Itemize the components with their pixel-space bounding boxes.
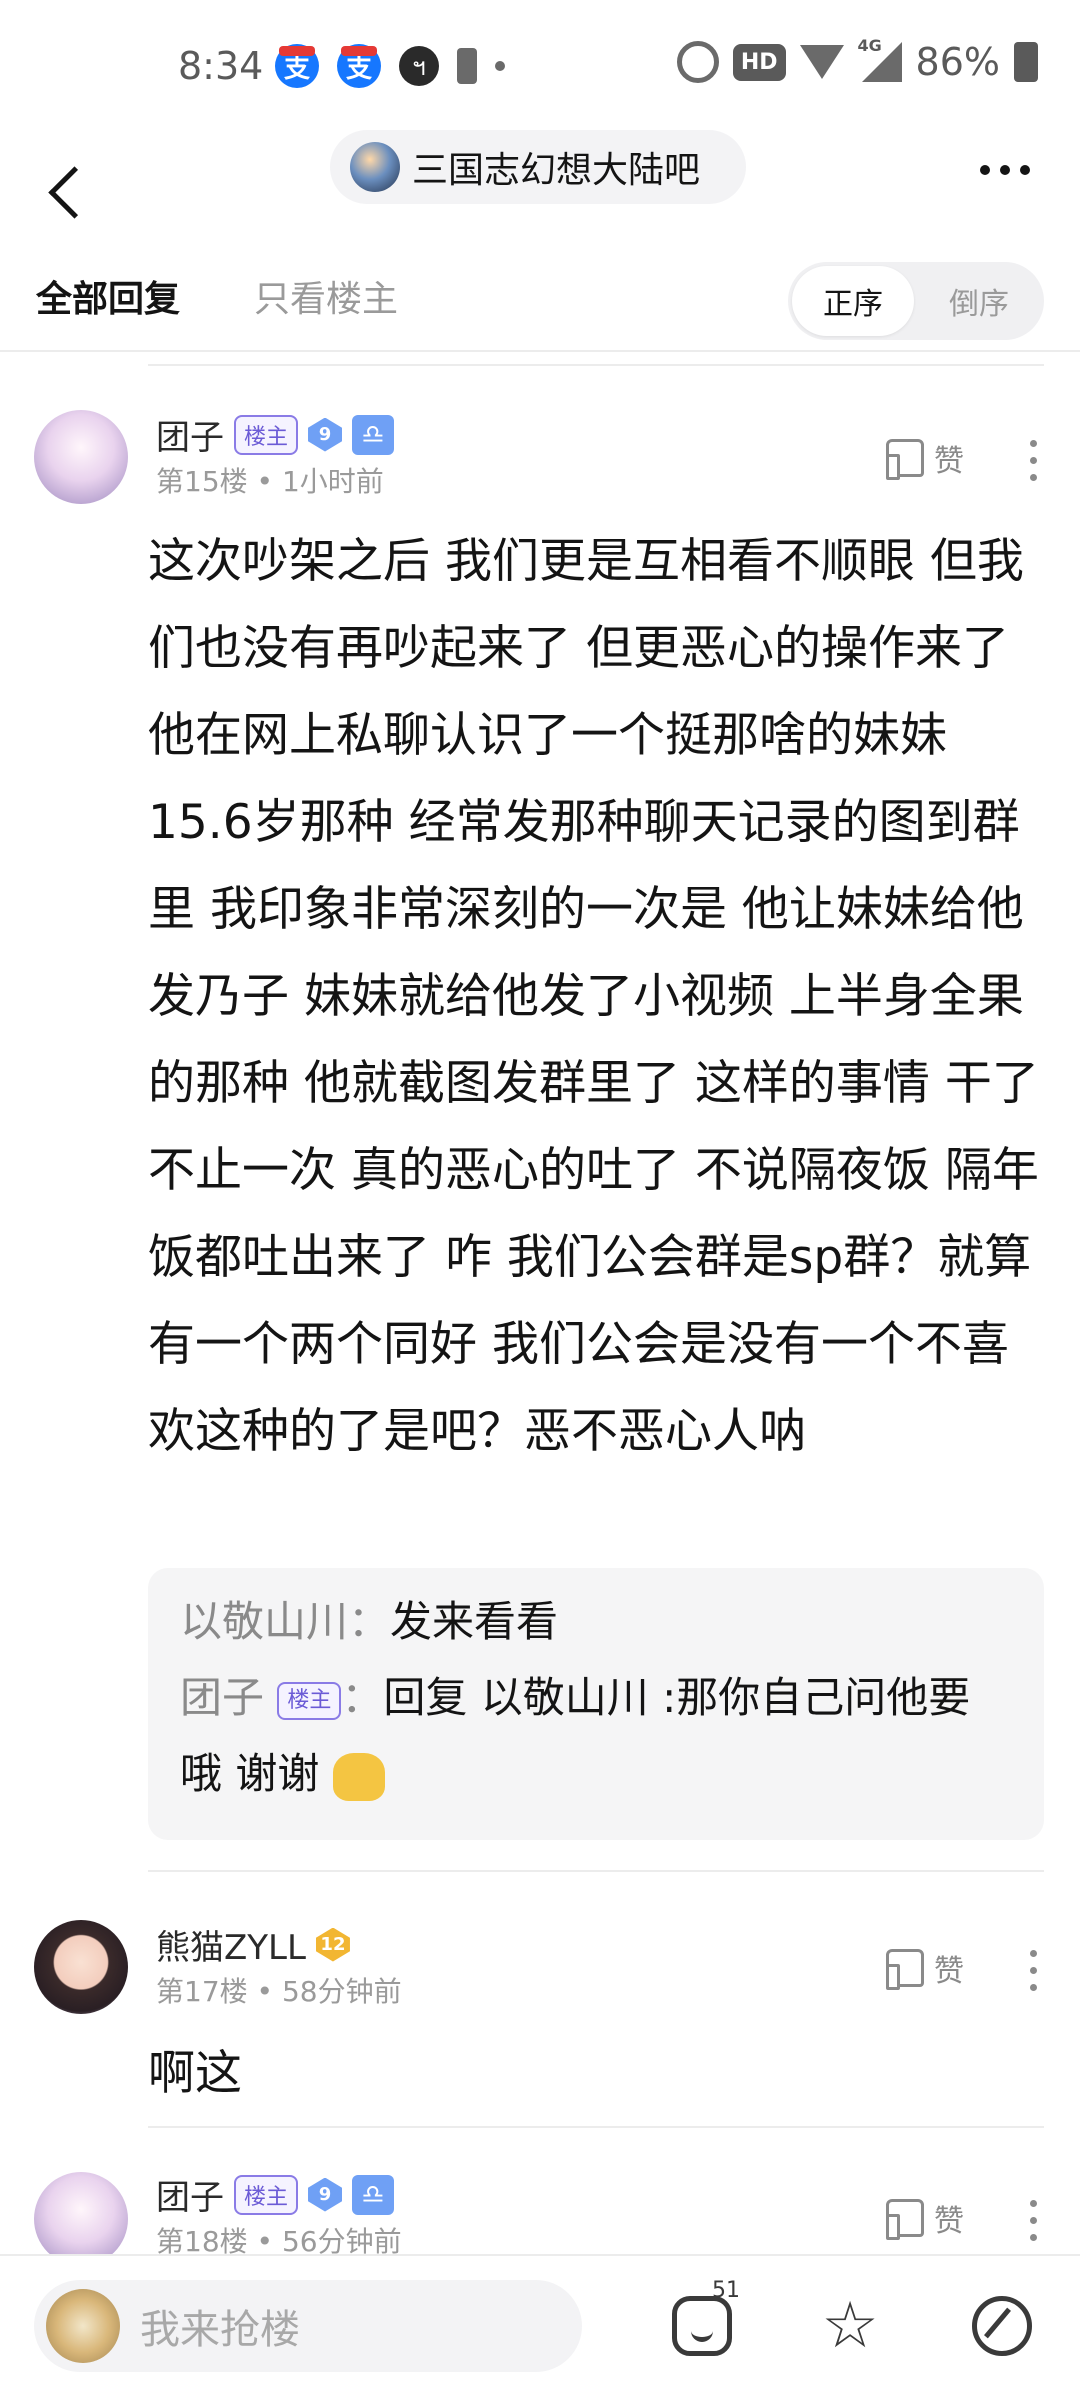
like-label: 赞 (934, 2204, 964, 2239)
sub-replies[interactable]: 以敬山川：发来看看 团子 楼主 ：回复 以敬山川 :那你自己问他要哦 谢谢 (148, 1568, 1044, 1840)
like-button[interactable]: 赞 (886, 2196, 964, 2240)
star-favorite-icon[interactable]: ☆ (820, 2294, 880, 2358)
thumbs-up-icon (886, 2199, 924, 2240)
level-badge: 9 (308, 2177, 343, 2212)
post-content: 啊这 (148, 2046, 242, 2101)
system-icons: HD 4G 86% (676, 36, 1038, 84)
alipay-icon: 支 (337, 44, 381, 88)
comment-count: 51 (712, 2278, 740, 2303)
floor-number: 第15楼 (156, 465, 248, 498)
post-more-icon[interactable] (1030, 440, 1040, 481)
sub-reply-author[interactable]: 团子 (180, 1673, 264, 1722)
post-time: 58分钟前 (281, 1975, 402, 2008)
alarm-icon (676, 41, 719, 83)
like-button[interactable]: 赞 (886, 436, 964, 480)
sub-reply-author[interactable]: 以敬山川 (180, 1597, 348, 1646)
like-button[interactable]: 赞 (886, 1946, 964, 1990)
battery-saver-icon (457, 48, 477, 84)
level-badge: 9 (308, 417, 343, 452)
sub-reply-text: 发来看看 (390, 1597, 559, 1646)
battery-icon (1014, 42, 1038, 82)
level-badge: 12 (315, 1927, 350, 1962)
alipay-icon: 支 (275, 44, 319, 88)
post-more-icon[interactable] (1030, 2200, 1040, 2241)
sub-reply: 以敬山川：发来看看 (180, 1597, 559, 1646)
like-label: 赞 (934, 1954, 964, 1989)
divider (148, 2126, 1044, 2128)
libra-icon: ♎ (352, 414, 395, 455)
divider (0, 350, 1080, 352)
author-row: 团子 楼主 9 ♎ (156, 410, 395, 459)
divider (148, 364, 1044, 366)
more-notifications-dot-icon (495, 61, 505, 71)
post-meta: 第15楼 • 1小时前 (156, 465, 384, 498)
post-more-icon[interactable] (1030, 1950, 1040, 1991)
post-content: 这次吵架之后 我们更是互相看不顺眼 但我们也没有再吵起来了 但更恶心的操作来了 … (148, 534, 1039, 1459)
tab-all-replies[interactable]: 全部回复 (36, 270, 180, 322)
author-row: 团子 楼主 9 ♎ (156, 2170, 395, 2219)
reply-filter-tabs: 全部回复 只看楼主 正序 倒序 (0, 250, 1080, 350)
like-label: 赞 (934, 444, 964, 479)
post-time: 1小时前 (281, 465, 384, 498)
battery-percent: 86% (915, 40, 1000, 84)
notification-icons: 支 支 ฯ (275, 44, 505, 88)
thread-header: 三国志幻想大陆吧 (0, 130, 1080, 250)
sub-reply: 团子 楼主 ：回复 以敬山川 :那你自己问他要哦 谢谢 (180, 1660, 1012, 1812)
forum-avatar (350, 142, 400, 192)
sort-order-toggle: 正序 倒序 (788, 262, 1044, 340)
thread-owner-badge: 楼主 (234, 2174, 299, 2215)
libra-icon: ♎ (352, 2174, 395, 2215)
thread-owner-badge: 楼主 (234, 414, 299, 455)
comment-icon[interactable] (672, 2296, 732, 2356)
sort-descending-button[interactable]: 倒序 (918, 266, 1040, 336)
forum-name: 三国志幻想大陆吧 (412, 150, 701, 191)
pray-emoji-icon (332, 1752, 385, 1801)
user-avatar (46, 2289, 120, 2363)
reply-input[interactable]: 我来抢楼 (34, 2280, 582, 2372)
author-name[interactable]: 团子 (156, 2170, 224, 2219)
payment-app-icon: ฯ (399, 46, 439, 86)
reply-placeholder: 我来抢楼 (140, 2307, 300, 2353)
status-time: 8:34 (178, 44, 264, 88)
sort-ascending-button[interactable]: 正序 (792, 266, 914, 336)
avatar[interactable] (34, 410, 128, 504)
tab-host-only[interactable]: 只看楼主 (254, 270, 398, 322)
bottom-action-bar: 我来抢楼 51 ☆ (0, 2254, 1080, 2400)
more-options-icon[interactable] (980, 160, 1040, 180)
hd-icon: HD (732, 43, 786, 81)
forum-name-pill[interactable]: 三国志幻想大陆吧 (330, 130, 746, 204)
share-icon[interactable] (972, 2296, 1032, 2356)
author-row: 熊猫ZYLL 12 (156, 1920, 350, 1969)
thread-owner-badge: 楼主 (277, 1681, 342, 1720)
divider (148, 1870, 1044, 1872)
cellular-signal-icon: 4G (858, 36, 902, 82)
status-bar: 8:34 支 支 ฯ HD 4G 86% (0, 0, 1080, 130)
post-meta: 第17楼 • 58分钟前 (156, 1975, 402, 2008)
author-name[interactable]: 熊猫ZYLL (156, 1920, 306, 1969)
thumbs-up-icon (886, 1949, 924, 1990)
floor-number: 第17楼 (156, 1975, 248, 2008)
thumbs-up-icon (886, 439, 924, 480)
author-name[interactable]: 团子 (156, 410, 224, 459)
avatar[interactable] (34, 2172, 128, 2266)
wifi-icon (799, 45, 844, 79)
back-arrow-icon[interactable] (40, 162, 90, 222)
avatar[interactable] (34, 1920, 128, 2014)
